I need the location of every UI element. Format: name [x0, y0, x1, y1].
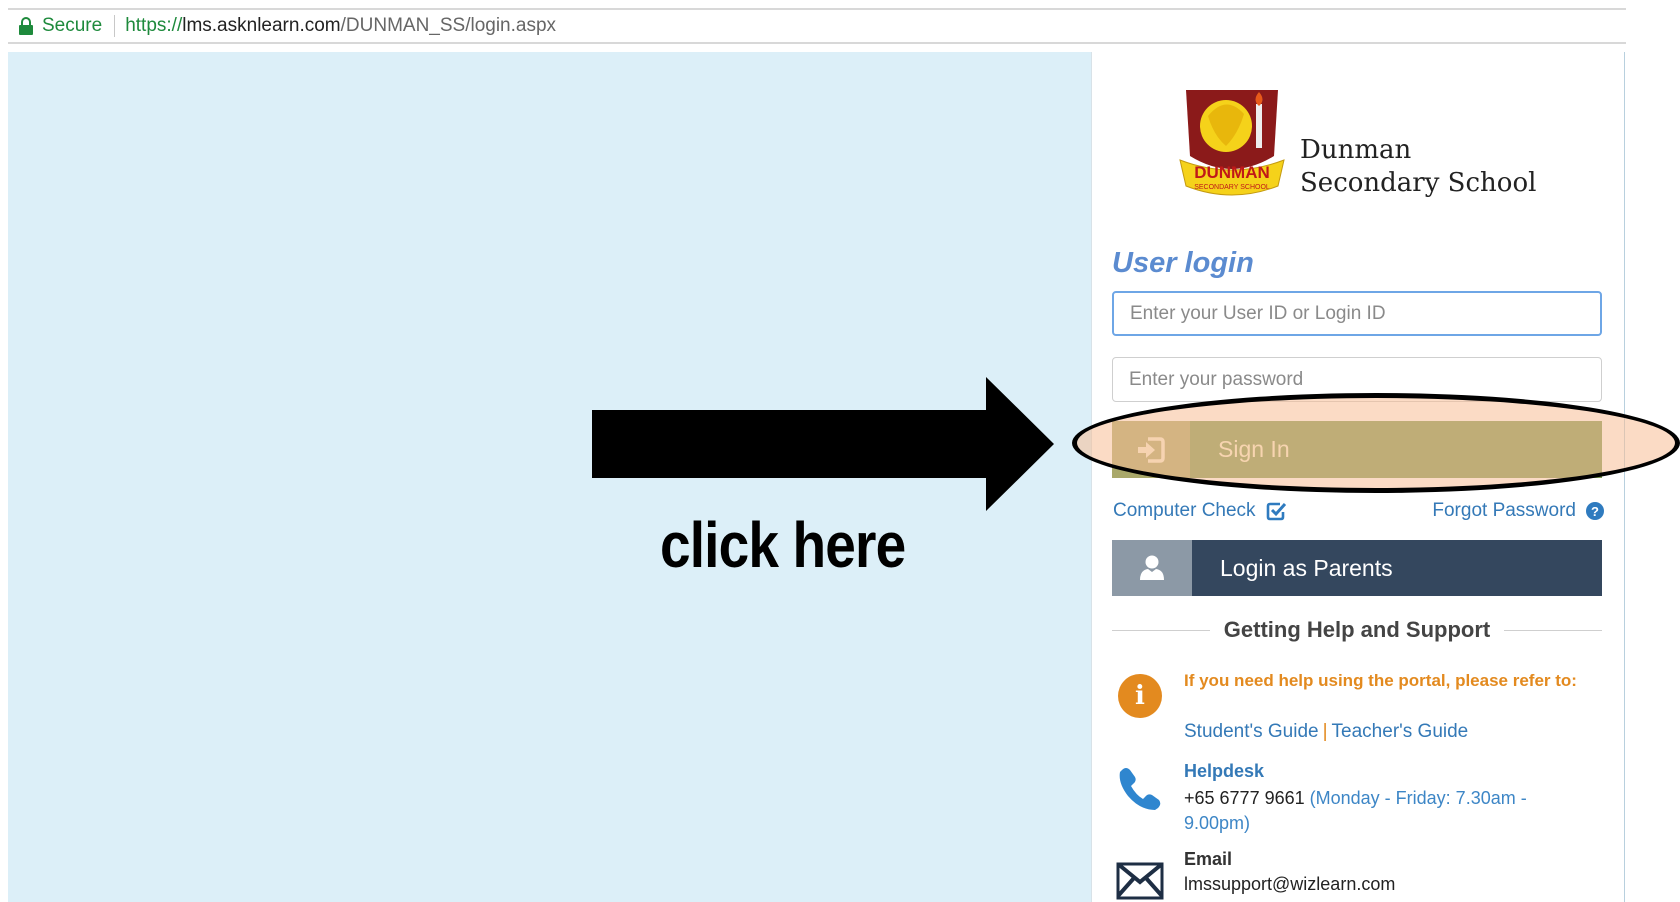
login-as-parents-label: Login as Parents [1220, 554, 1393, 581]
school-logo: DUNMAN SECONDARY SCHOOL [1179, 90, 1285, 196]
help-heading-text: Getting Help and Support [1223, 617, 1491, 642]
url-host[interactable]: lms.asknlearn.com [182, 15, 340, 37]
address-bar[interactable]: Secure https://lms.asknlearn.com/DUNMAN_… [8, 8, 1626, 44]
signin-button[interactable]: Sign In [1112, 421, 1602, 478]
computer-check-label: Computer Check [1113, 500, 1256, 521]
lock-icon [18, 17, 34, 35]
divider [1504, 629, 1602, 631]
login-as-parents-button[interactable]: Login as Parents [1112, 540, 1602, 596]
login-title: User login [1112, 247, 1254, 279]
school-name: Dunman Secondary School [1300, 134, 1536, 200]
email-address[interactable]: lmssupport@wizlearn.com [1184, 874, 1395, 895]
address-divider [114, 15, 116, 37]
guide-links: Student's Guide | Teacher's Guide [1184, 721, 1468, 743]
signin-label: Sign In [1218, 436, 1290, 462]
divider [1112, 629, 1210, 631]
url-path[interactable]: /DUNMAN_SS/login.aspx [341, 15, 556, 37]
check-square-icon [1266, 502, 1286, 521]
school-name-line2: Secondary School [1300, 168, 1537, 198]
computer-check-link[interactable]: Computer Check [1113, 500, 1286, 522]
teacher-guide-link[interactable]: Teacher's Guide [1332, 721, 1469, 742]
help-heading: Getting Help and Support [1112, 617, 1602, 643]
url-protocol[interactable]: https:// [125, 15, 182, 37]
student-guide-link[interactable]: Student's Guide [1184, 721, 1319, 742]
help-note: If you need help using the portal, pleas… [1184, 671, 1577, 690]
helpdesk-phone: +65 6777 9661 [1184, 788, 1305, 808]
email-title: Email [1184, 849, 1233, 869]
secure-label: Secure [42, 15, 103, 36]
guide-separator: | [1322, 721, 1328, 742]
logo-text: DUNMAN [1194, 163, 1270, 182]
sign-in-icon [1112, 421, 1190, 478]
forgot-password-link[interactable]: Forgot Password ? [1432, 500, 1604, 522]
userid-input[interactable] [1112, 291, 1602, 336]
info-icon: i [1118, 674, 1162, 718]
user-icon [1112, 540, 1192, 596]
forgot-password-label: Forgot Password [1432, 500, 1576, 521]
helpdesk-title: Helpdesk [1184, 761, 1265, 781]
login-panel: DUNMAN SECONDARY SCHOOL Dunman Secondary… [1091, 52, 1625, 902]
logo-subtext: SECONDARY SCHOOL [1194, 184, 1270, 191]
phone-icon [1119, 768, 1161, 810]
password-input[interactable] [1112, 357, 1602, 402]
school-name-line1: Dunman [1300, 135, 1412, 165]
click-here-callout: click here [660, 509, 906, 581]
helpdesk-details: +65 6777 9661 (Monday - Friday: 7.30am -… [1184, 786, 1584, 836]
envelope-icon [1116, 862, 1164, 900]
question-circle-icon: ? [1586, 502, 1604, 520]
arrow-icon [592, 377, 1054, 511]
